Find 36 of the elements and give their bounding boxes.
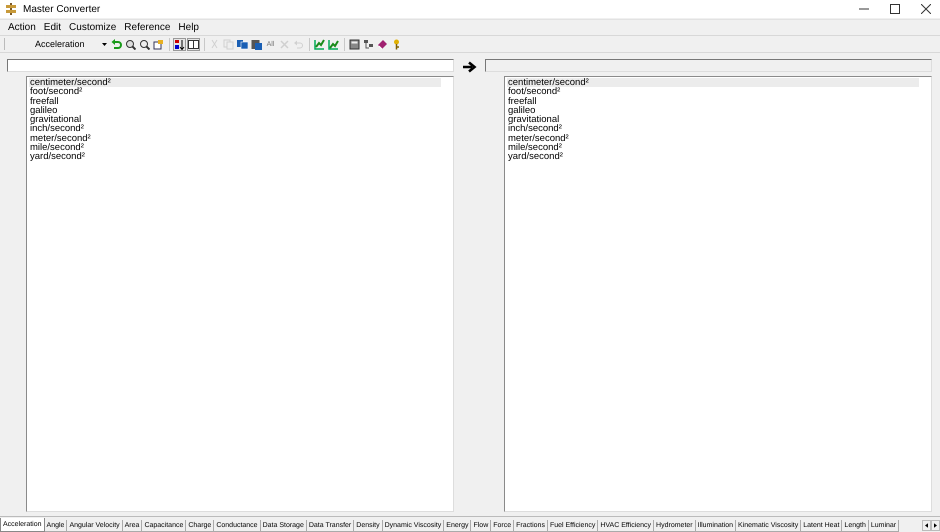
tree-icon[interactable] xyxy=(362,38,375,50)
unit-list[interactable]: centimeter/second² foot/second² freefall galileo gravitational inch/second² meter/second² mile/second² yard/second² xyxy=(26,76,454,512)
list-item[interactable]: centimeter/second² xyxy=(29,78,441,88)
list-item[interactable]: galileo xyxy=(29,106,441,116)
list-item[interactable]: mile/second² xyxy=(29,143,441,152)
clipboard-icon[interactable] xyxy=(250,38,263,50)
caret-icon[interactable] xyxy=(102,42,107,46)
chart-icon[interactable] xyxy=(313,38,326,50)
magnifier-icon[interactable] xyxy=(138,38,151,50)
menu-item[interactable]: Reference xyxy=(120,22,174,33)
copy-icon[interactable] xyxy=(236,38,249,50)
signpost-icon xyxy=(5,3,17,15)
list-item[interactable]: freefall xyxy=(29,96,441,106)
list-item[interactable]: meter/second² xyxy=(29,134,441,144)
category-dropdown[interactable]: Acceleration xyxy=(9,37,107,51)
chart-icon[interactable] xyxy=(327,38,340,50)
menu-item[interactable]: Action xyxy=(4,22,40,33)
scroll-left-icon[interactable] xyxy=(922,520,931,531)
list-item[interactable]: inch/second² xyxy=(29,124,441,134)
menu-item[interactable]: Customize xyxy=(65,22,120,33)
list-item[interactable]: foot/second² xyxy=(29,87,441,97)
menu-item[interactable]: Help xyxy=(174,22,203,33)
list-item[interactable]: gravitational xyxy=(29,115,441,124)
window-icon[interactable] xyxy=(152,38,165,50)
menu-item[interactable]: Edit xyxy=(40,22,66,33)
close-icon[interactable] xyxy=(921,4,931,14)
arrow-icon xyxy=(462,61,477,73)
magnifier-icon[interactable] xyxy=(124,38,137,50)
input-field[interactable] xyxy=(7,59,454,72)
columns-icon[interactable] xyxy=(187,38,200,50)
calculator-icon[interactable] xyxy=(348,38,361,50)
window-title: Master Converter xyxy=(23,4,102,14)
list-item[interactable]: yard/second² xyxy=(29,152,441,162)
sort-icon[interactable] xyxy=(173,38,186,50)
maximize-icon[interactable] xyxy=(890,4,900,14)
scroll-right-icon[interactable] xyxy=(931,520,940,531)
